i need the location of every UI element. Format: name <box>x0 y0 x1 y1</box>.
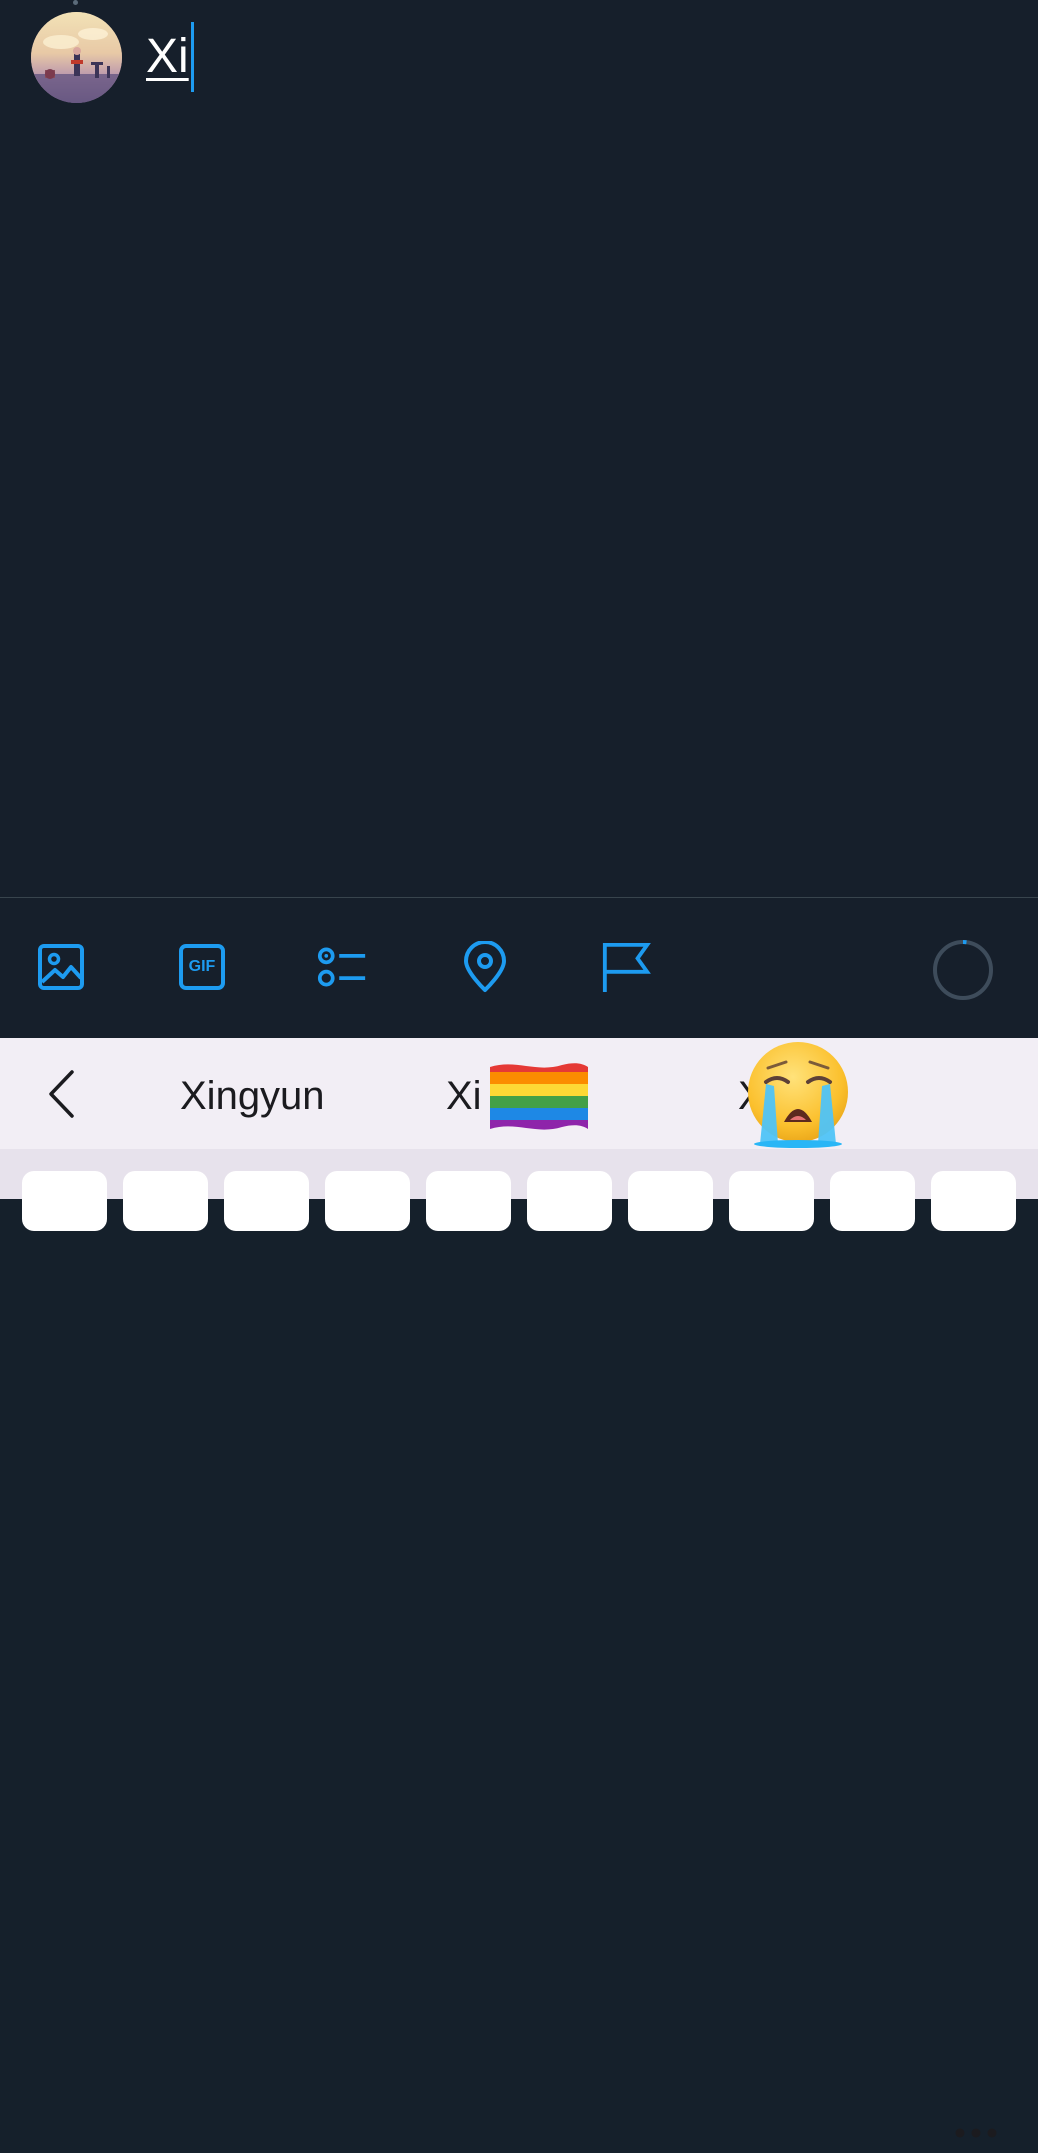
keyboard-key[interactable] <box>527 1171 612 1231</box>
gif-label: GIF <box>188 958 216 975</box>
character-count-ring <box>931 938 995 1002</box>
avatar-image <box>31 12 122 103</box>
tweet-composer: Xi <box>0 0 1038 897</box>
add-gif-button[interactable]: GIF <box>177 942 227 992</box>
rainbow-flag-icon <box>490 1063 588 1130</box>
progress-ring-icon <box>933 940 993 1000</box>
rainbow-flag-emoji[interactable] <box>486 1059 592 1137</box>
flag-button[interactable] <box>601 942 651 992</box>
crying-face-emoji[interactable] <box>744 1040 852 1148</box>
poll-icon <box>317 947 366 987</box>
add-poll-button[interactable] <box>317 942 367 992</box>
keyboard-key[interactable] <box>628 1171 713 1231</box>
keyboard-keys <box>0 1149 1038 1231</box>
add-location-button[interactable] <box>460 941 510 992</box>
loudly-crying-face-icon <box>748 1042 848 1148</box>
avatar[interactable] <box>31 12 122 103</box>
scroll-indicator <box>73 0 78 5</box>
keyboard-key[interactable] <box>22 1171 107 1231</box>
tweet-text-input[interactable]: Xi <box>146 22 194 92</box>
suggestion-word-2[interactable]: Xi <box>446 1068 482 1124</box>
suggestion-back-button[interactable] <box>36 1066 86 1122</box>
text-caret <box>190 22 194 92</box>
compose-toolbar: GIF <box>0 897 1038 1038</box>
keyboard-key[interactable] <box>224 1171 309 1231</box>
suggestion-word-1[interactable]: Xingyun <box>180 1068 325 1124</box>
keyboard-key[interactable] <box>426 1171 511 1231</box>
more-dots-icon <box>955 2128 997 2138</box>
keyboard-key[interactable] <box>931 1171 1016 1231</box>
keyboard-key[interactable] <box>729 1171 814 1231</box>
chevron-left-icon <box>49 1070 74 1118</box>
location-pin-icon <box>464 941 506 992</box>
typed-text: Xi <box>146 30 189 83</box>
image-icon <box>38 944 84 990</box>
add-media-button[interactable] <box>36 942 86 992</box>
flag-icon <box>602 942 651 992</box>
keyboard-key[interactable] <box>123 1171 208 1231</box>
suggestion-more-button[interactable] <box>950 2113 1002 2153</box>
keyboard-key[interactable] <box>325 1171 410 1231</box>
keyboard-key[interactable] <box>830 1171 915 1231</box>
